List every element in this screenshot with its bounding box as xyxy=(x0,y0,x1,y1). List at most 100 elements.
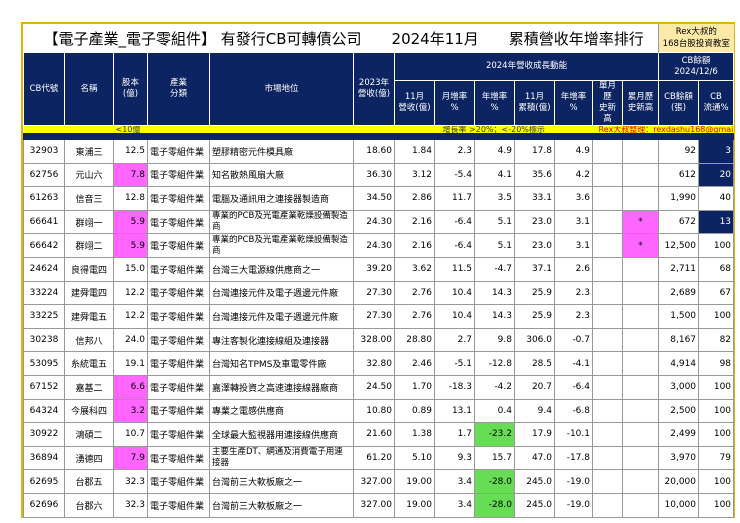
cumulative-high-cell xyxy=(621,492,660,518)
revenue-2023-cell: 328.00 xyxy=(353,327,395,353)
capital-cell: 5.9 xyxy=(113,209,148,235)
name-cell: 湧德四 xyxy=(64,445,114,471)
single-month-high-cell xyxy=(592,445,623,471)
capital-cell: 15.0 xyxy=(113,256,148,282)
table-row: 67152 嘉基二 6.6 電子零組件業 嘉澤轉投資之高速連接線器廠商 24.50 1.70… xyxy=(23,374,735,400)
table-row: 33224 建舜電四 12.2 電子零組件業 台灣連接元件及電子週邊元件廠 27.30 2.… xyxy=(23,280,735,306)
cum-yoy-rate-cell: -19.0 xyxy=(554,469,593,494)
yoy-rate-cell: 4.1 xyxy=(474,162,515,188)
revenue-2023-cell: 27.30 xyxy=(353,304,395,329)
cb-float-cell: 100 xyxy=(698,374,735,400)
nov-revenue-cell: 28.80 xyxy=(394,327,435,353)
capital-cell: 12.8 xyxy=(113,186,148,211)
legend-small-cap: <10億 xyxy=(113,125,210,134)
name-cell: 台郡五 xyxy=(64,469,114,494)
revenue-2023-cell: 24.30 xyxy=(353,233,395,258)
cb-float-cell: 82 xyxy=(698,327,735,353)
cum-yoy-rate-cell: 3.6 xyxy=(554,186,593,211)
yoy-rate-cell: 3.5 xyxy=(474,186,515,211)
header-name: 名稱 xyxy=(64,52,114,126)
cb-balance-cell: 12,500 xyxy=(658,233,700,258)
name-cell: 糸統電五 xyxy=(64,351,114,376)
industry-cell: 電子零組件業 xyxy=(147,469,210,494)
legend-growth: 增長率 >20%；<-20%標示 xyxy=(434,125,593,134)
name-cell: 鴻碩二 xyxy=(64,422,114,447)
cb-table: 【電子產業_電子零組件】 有發行CB可轉債公司 2024年11月 累積營收年增率… xyxy=(22,24,735,518)
header-nov-rev: 11月 營收(億) xyxy=(394,80,435,126)
cb-balance-cell: 672 xyxy=(658,209,700,235)
market-position-cell: 專業的PCB及光電產業乾燥設備製造商 xyxy=(209,209,354,235)
name-cell: 信音三 xyxy=(64,186,114,211)
cb-float-cell: 100 xyxy=(698,304,735,329)
industry-cell: 電子零組件業 xyxy=(147,398,210,424)
mom-rate-cell: -6.4 xyxy=(434,209,475,235)
market-position-cell: 台灣連接元件及電子週邊元件廠 xyxy=(209,280,354,306)
legend-author: Rex大叔整理：rexdashu168@gmail.com xyxy=(592,125,734,134)
mom-rate-cell: 3.4 xyxy=(434,492,475,518)
market-position-cell: 電腦及通訊用之連接器製造商 xyxy=(209,186,354,211)
yoy-rate-cell: 5.1 xyxy=(474,233,515,258)
cumulative-high-cell xyxy=(621,304,660,329)
single-month-high-cell xyxy=(592,280,623,306)
mom-rate-cell: 10.4 xyxy=(434,280,475,306)
single-month-high-cell xyxy=(592,162,623,188)
yoy-rate-cell: 5.1 xyxy=(474,209,515,235)
capital-cell: 5.9 xyxy=(113,233,148,258)
header-single-high: 單月歷 史新高 xyxy=(592,80,623,126)
cb-float-cell: 79 xyxy=(698,445,735,471)
capital-cell: 7.8 xyxy=(113,162,148,188)
single-month-high-cell xyxy=(592,209,623,235)
cb-balance-cell: 10,000 xyxy=(658,492,700,518)
market-position-cell: 專業之電感供應商 xyxy=(209,398,354,424)
market-position-cell: 台灣前三大軟板廠之一 xyxy=(209,469,354,494)
nov-cumulative-cell: 23.0 xyxy=(514,233,555,258)
single-month-high-cell xyxy=(592,233,623,258)
cumulative-high-cell xyxy=(621,186,660,211)
nov-revenue-cell: 1.84 xyxy=(394,139,435,164)
cb-float-cell: 68 xyxy=(698,256,735,282)
mom-rate-cell: -6.4 xyxy=(434,233,475,258)
capital-cell: 6.6 xyxy=(113,374,148,400)
table-row: 66642 群翊二 5.9 電子零組件業 專業的PCB及光電產業乾燥設備製造商 24.30… xyxy=(23,233,735,258)
nov-revenue-cell: 2.16 xyxy=(394,233,435,258)
name-cell: 台郡六 xyxy=(64,492,114,518)
name-cell: 信邦八 xyxy=(64,327,114,353)
cumulative-high-cell: * xyxy=(621,209,660,235)
name-cell: 元山六 xyxy=(64,162,114,188)
cb-float-cell: 3 xyxy=(698,139,735,164)
header-cb-balance: CB餘額 (張) xyxy=(658,80,700,126)
industry-cell: 電子零組件業 xyxy=(147,209,210,235)
nov-cumulative-cell: 33.1 xyxy=(514,186,555,211)
header-position: 市場地位 xyxy=(209,52,354,126)
nov-cumulative-cell: 23.0 xyxy=(514,209,555,235)
cb-code-cell: 62756 xyxy=(23,162,65,188)
industry-cell: 電子零組件業 xyxy=(147,280,210,306)
cb-code-cell: 66642 xyxy=(23,233,65,258)
cumulative-high-cell xyxy=(621,469,660,494)
header-capital: 股本 (億) xyxy=(113,52,148,126)
cb-balance-cell: 4,914 xyxy=(658,351,700,376)
revenue-2023-cell: 327.00 xyxy=(353,492,395,518)
mom-rate-cell: -5.4 xyxy=(434,162,475,188)
yoy-rate-cell: 4.9 xyxy=(474,139,515,164)
industry-cell: 電子零組件業 xyxy=(147,351,210,376)
cum-yoy-rate-cell: -6.4 xyxy=(554,374,593,400)
header-cum-high: 累月歷 史新高 xyxy=(621,80,660,126)
yoy-rate-cell: 0.4 xyxy=(474,398,515,424)
nov-revenue-cell: 0.89 xyxy=(394,398,435,424)
cb-balance-cell: 3,970 xyxy=(658,445,700,471)
name-cell: 建舜電五 xyxy=(64,304,114,329)
table-row: 64324 今展科四 3.2 電子零組件業 專業之電感供應商 10.80 0.89 13.1 0… xyxy=(23,398,735,424)
single-month-high-cell xyxy=(592,374,623,400)
table-row: 33225 建舜電五 12.2 電子零組件業 台灣連接元件及電子週邊元件廠 27.30 2.… xyxy=(23,304,735,329)
industry-cell: 電子零組件業 xyxy=(147,374,210,400)
cum-yoy-rate-cell: 4.2 xyxy=(554,162,593,188)
cum-yoy-rate-cell: 3.1 xyxy=(554,233,593,258)
cum-yoy-rate-cell: 2.3 xyxy=(554,280,593,306)
table-row: 53095 糸統電五 19.1 電子零組件業 台灣知名TPMS及車電零件廠 32.80 2.… xyxy=(23,351,735,376)
capital-cell: 19.1 xyxy=(113,351,148,376)
cb-code-cell: 33224 xyxy=(23,280,65,306)
nov-revenue-cell: 19.00 xyxy=(394,469,435,494)
cumulative-high-cell: * xyxy=(621,233,660,258)
yoy-rate-cell: 15.7 xyxy=(474,445,515,471)
